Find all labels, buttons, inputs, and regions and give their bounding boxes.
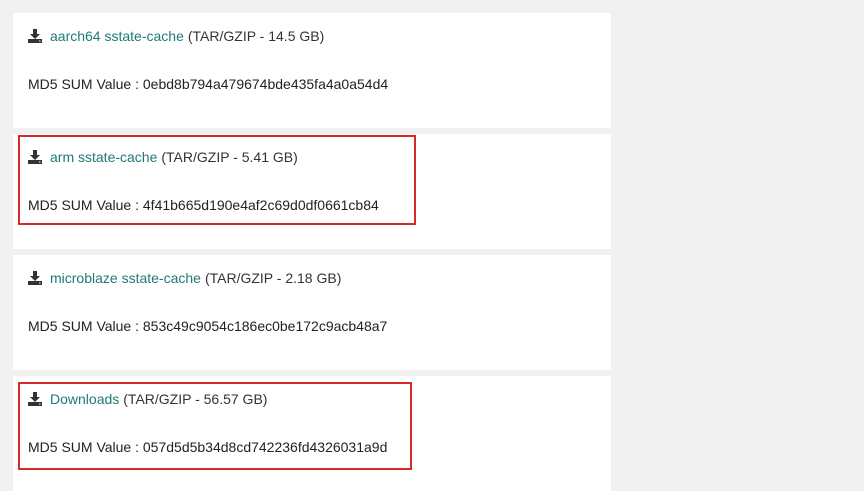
md5-label: MD5 SUM Value :: [28, 76, 139, 92]
download-card: Downloads (TAR/GZIP - 56.57 GB) MD5 SUM …: [13, 376, 611, 491]
md5-label: MD5 SUM Value :: [28, 197, 139, 213]
download-link[interactable]: arm sstate-cache: [50, 148, 157, 166]
md5-row: MD5 SUM Value : 0ebd8b794a479674bde435fa…: [28, 75, 388, 93]
md5-label: MD5 SUM Value :: [28, 318, 139, 334]
download-row: arm sstate-cache (TAR/GZIP - 5.41 GB): [28, 148, 298, 166]
download-icon[interactable]: [28, 150, 42, 164]
md5-value: 853c49c9054c186ec0be172c9acb48a7: [142, 318, 388, 334]
md5-value: 4f41b665d190e4af2c69d0df0661cb84: [142, 197, 379, 213]
file-meta: (TAR/GZIP - 56.57 GB): [123, 391, 268, 407]
md5-row: MD5 SUM Value : 057d5d5b34d8cd742236fd43…: [28, 438, 387, 456]
md5-value: 057d5d5b34d8cd742236fd4326031a9d: [142, 439, 388, 455]
md5-label: MD5 SUM Value :: [28, 439, 139, 455]
download-link[interactable]: microblaze sstate-cache: [50, 269, 201, 287]
download-link[interactable]: Downloads: [50, 390, 119, 408]
download-icon[interactable]: [28, 392, 42, 406]
download-icon[interactable]: [28, 29, 42, 43]
md5-row: MD5 SUM Value : 4f41b665d190e4af2c69d0df…: [28, 196, 379, 214]
file-meta: (TAR/GZIP - 14.5 GB): [187, 28, 325, 44]
download-row: microblaze sstate-cache (TAR/GZIP - 2.18…: [28, 269, 341, 287]
md5-row: MD5 SUM Value : 853c49c9054c186ec0be172c…: [28, 317, 387, 335]
file-meta: (TAR/GZIP - 5.41 GB): [161, 149, 298, 165]
download-card: microblaze sstate-cache (TAR/GZIP - 2.18…: [13, 255, 611, 370]
download-card: aarch64 sstate-cache (TAR/GZIP - 14.5 GB…: [13, 13, 611, 128]
download-row: aarch64 sstate-cache (TAR/GZIP - 14.5 GB…: [28, 27, 324, 45]
download-link[interactable]: aarch64 sstate-cache: [50, 27, 184, 45]
download-icon[interactable]: [28, 271, 42, 285]
md5-value: 0ebd8b794a479674bde435fa4a0a54d4: [142, 76, 389, 92]
download-card: arm sstate-cache (TAR/GZIP - 5.41 GB) MD…: [13, 134, 611, 249]
file-meta: (TAR/GZIP - 2.18 GB): [204, 270, 342, 286]
download-row: Downloads (TAR/GZIP - 56.57 GB): [28, 390, 267, 408]
